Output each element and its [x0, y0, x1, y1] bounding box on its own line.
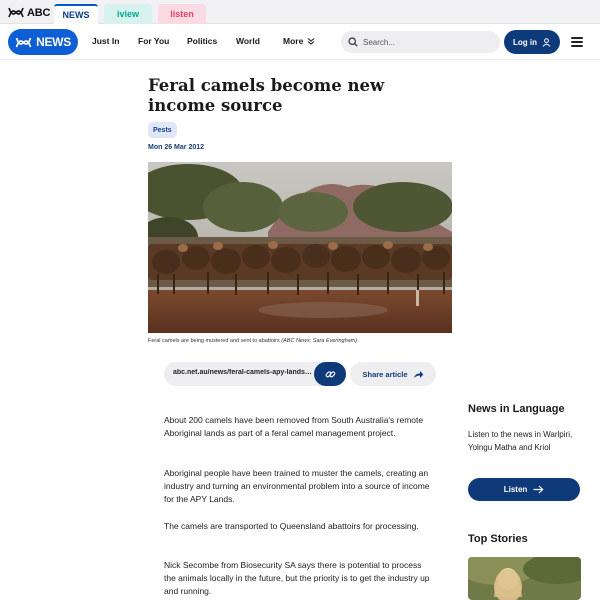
share-article-label: Share article [362, 369, 408, 379]
arrow-right-icon [533, 485, 544, 494]
login-label: Log in [513, 37, 537, 47]
abc-news-logo[interactable]: NEWS [8, 29, 78, 55]
nav-politics[interactable]: Politics [187, 36, 217, 46]
search-input[interactable]: Search... [341, 31, 500, 53]
menu-icon[interactable] [571, 37, 583, 47]
nav-more[interactable]: More [283, 36, 315, 46]
caption-text: Feral camels are being mustered and sent… [148, 338, 280, 344]
listen-label: Listen [503, 485, 528, 494]
copy-link-button[interactable] [314, 362, 346, 386]
top-story-photo [468, 557, 581, 600]
tab-iview[interactable]: iview [104, 4, 152, 24]
top-stories-heading: Top Stories [468, 533, 528, 545]
nav-for-you[interactable]: For You [138, 36, 169, 46]
site-header: NEWS Just In For You Politics World More… [0, 24, 600, 60]
article-image [148, 162, 452, 333]
tab-listen[interactable]: listen [158, 4, 206, 24]
news-in-language-text: Listen to the news in Warlpiri, Yolngu M… [468, 430, 573, 452]
abc-brand-label: ABC [27, 6, 51, 19]
tab-news[interactable]: NEWS [54, 4, 98, 24]
paragraph: About 200 camels have been removed from … [164, 415, 424, 438]
abc-brand-link[interactable]: ABC [8, 6, 50, 19]
paragraph: The camels are transported to Queensland… [164, 521, 419, 531]
abc-logo-icon [8, 7, 24, 18]
share-url-text: abc.net.au/news/feral-camels-apy-lands/3… [173, 369, 313, 376]
double-chevron-down-icon [307, 38, 315, 45]
nav-more-label: More [283, 36, 304, 46]
search-placeholder: Search... [363, 37, 396, 47]
share-article-button[interactable]: Share article [350, 362, 436, 386]
caption-credit: (ABC News: Sara Everingham) [281, 338, 358, 344]
nav-world[interactable]: World [236, 36, 260, 46]
abc-logo-icon [15, 37, 32, 47]
publish-date: Mon 26 Mar 2012 [148, 144, 205, 151]
paragraph: Aboriginal people have been trained to m… [164, 468, 430, 504]
news-in-language-heading: News in Language [468, 403, 565, 415]
login-button[interactable]: Log in [504, 30, 560, 54]
link-icon [325, 370, 335, 377]
logo-news-label: NEWS [36, 35, 71, 49]
user-icon [542, 37, 551, 47]
listen-button[interactable]: Listen [468, 478, 580, 501]
top-story-image[interactable] [468, 557, 581, 600]
topic-tag[interactable]: Pests [148, 122, 177, 138]
camels-photo [148, 162, 452, 333]
nav-just-in[interactable]: Just In [92, 36, 119, 46]
image-caption: Feral camels are being mustered and sent… [148, 338, 357, 344]
page-title: Feral camels become new income source [148, 76, 385, 115]
search-icon [348, 37, 358, 47]
network-bar: ABC NEWS iview listen [0, 0, 600, 24]
share-arrow-icon [413, 370, 423, 378]
paragraph: Nick Secombe from Biosecurity SA says th… [164, 560, 430, 596]
